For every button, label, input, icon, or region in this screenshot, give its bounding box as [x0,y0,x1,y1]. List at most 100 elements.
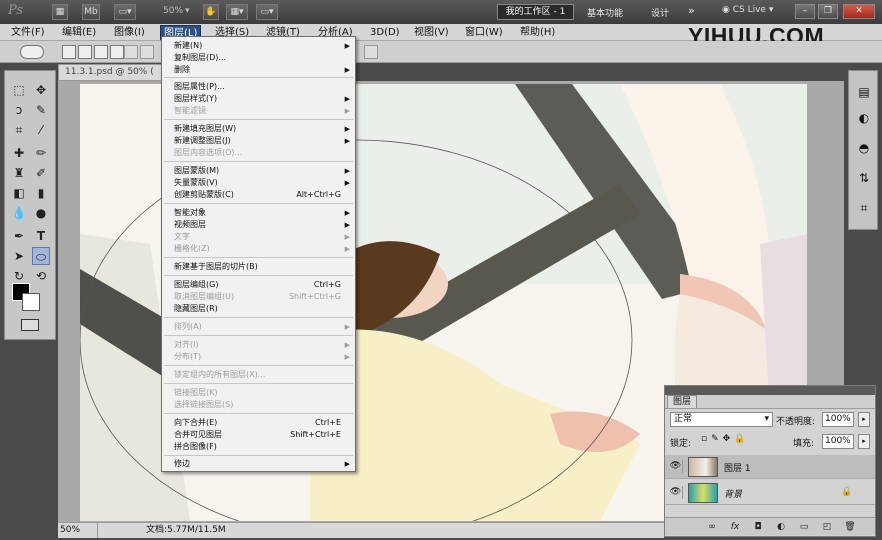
cs-live-button[interactable]: ◉ CS Live ▾ [722,5,773,15]
workspace-essentials-link[interactable]: 基本功能 [587,6,623,19]
menu-item-layer-properties[interactable]: 图层属性(P)... [162,81,355,93]
quick-selection-tool-icon[interactable]: ✎ [32,101,50,119]
eye-icon[interactable]: 👁 [669,486,683,499]
screen-mode-icon[interactable]: ▭▾ [256,4,278,20]
layer-row[interactable]: 👁 背景 🔒 [665,481,875,505]
minimize-button[interactable]: – [795,4,815,19]
close-button[interactable]: ✕ [843,4,875,19]
menu-item-layer-style[interactable]: 图层样式(Y) ▶ [162,93,355,105]
menu-help[interactable]: 帮助(H) [517,25,558,40]
transform-icon[interactable]: ⌗ [855,199,873,217]
menu-item-duplicate-layer[interactable]: 复制图层(D)... [162,52,355,64]
menu-item-video-layers[interactable]: 视频图层 ▶ [162,219,355,231]
menu-item-hide-layers[interactable]: 隐藏图层(R) [162,303,355,315]
crop-tool-icon[interactable]: ⌗ [10,121,28,139]
gradient-tool-icon[interactable]: ▮ [32,184,50,202]
eye-icon[interactable]: 👁 [669,460,683,473]
menu-item-vector-mask[interactable]: 矢量蒙版(V) ▶ [162,177,355,189]
ellipse-marquee-preset-icon[interactable] [20,45,44,59]
menu-item-delete[interactable]: 删除 ▶ [162,64,355,76]
document-info[interactable]: 文档:5.77M/11.5M [146,523,226,538]
opacity-slider-arrow-icon[interactable]: ▸ [858,412,870,427]
menu-item-new[interactable]: 新建(N) ▶ [162,40,355,52]
adjustment-icon[interactable]: ◐ [775,521,787,533]
menu-item-layer-mask[interactable]: 图层蒙版(M) ▶ [162,165,355,177]
mask-icon[interactable]: ◘ [752,521,764,533]
paths-icon[interactable]: ⇅ [855,169,873,187]
lasso-tool-icon[interactable]: ↄ [10,101,28,119]
workspace-current-button[interactable]: 我的工作区 - 1 [497,4,574,20]
lock-options-icons[interactable]: ▫✎✥🔒 [701,434,749,444]
subtract-selection-icon[interactable] [94,45,108,59]
restore-button[interactable]: ❐ [818,4,838,19]
zoom-field[interactable]: 50% [58,523,98,538]
layer-name[interactable]: 背景 [724,487,742,500]
3d-orbit-tool-icon[interactable]: ⟲ [32,267,50,285]
panel-header-bar[interactable] [665,386,875,395]
opacity-field[interactable]: 100% [822,412,854,427]
eyedropper-tool-icon[interactable]: ⁄ [32,121,50,139]
masks-icon[interactable]: ◓ [855,139,873,157]
view-extras-icon[interactable]: ▭▾ [114,4,136,20]
histogram-icon[interactable]: ▤ [855,83,873,101]
chevron-down-icon[interactable]: ▾ [185,6,190,16]
new-layer-icon[interactable]: ◰ [821,521,833,533]
background-color-swatch[interactable] [22,293,40,311]
layer-name[interactable]: 图层 1 [724,461,751,474]
pen-tool-icon[interactable]: ✒ [10,227,28,245]
menu-item-smart-objects[interactable]: 智能对象 ▶ [162,207,355,219]
menu-item-new-layer-based-slice[interactable]: 新建基于图层的切片(B) [162,261,355,273]
workspace-design-link[interactable]: 设计 [651,6,669,19]
move-tool-icon[interactable]: ✥ [32,81,50,99]
history-brush-tool-icon[interactable]: ✐ [32,164,50,182]
fill-field[interactable]: 100% [822,434,854,449]
menu-file[interactable]: 文件(F) [8,25,48,40]
marquee-tool-icon[interactable]: ⬚ [10,81,28,99]
workspace-overflow-icon[interactable]: » [688,4,695,17]
folder-icon[interactable]: ▭ [798,521,810,533]
new-selection-icon[interactable] [62,45,76,59]
link-icon[interactable]: ∞ [706,521,718,533]
quick-mask-icon[interactable] [21,319,39,331]
arrange-docs-icon[interactable]: ▦▾ [226,4,248,20]
airbrush-option-icon[interactable] [140,45,154,59]
eraser-tool-icon[interactable]: ◧ [10,184,28,202]
clone-stamp-tool-icon[interactable]: ♜ [10,164,28,182]
menu-item-new-fill-layer[interactable]: 新建填充图层(W) ▶ [162,123,355,135]
mini-bridge-icon[interactable]: Mb [82,4,100,20]
type-tool-icon[interactable]: T [32,227,50,245]
menu-window[interactable]: 窗口(W) [462,25,506,40]
tablet-pressure-icon[interactable] [364,45,378,59]
hand-tool-icon[interactable]: ✋ [203,4,219,20]
ellipse-tool-icon[interactable]: ⬭ [32,247,50,265]
blend-mode-select[interactable]: 正常 ▾ [670,412,773,427]
menu-edit[interactable]: 编辑(E) [59,25,99,40]
intersect-selection-icon[interactable] [110,45,124,59]
menu-item-create-clipping-mask[interactable]: 创建剪贴蒙版(C) Alt+Ctrl+G [162,189,355,201]
layer-row[interactable]: 👁 图层 1 [665,455,875,479]
add-selection-icon[interactable] [78,45,92,59]
blur-tool-icon[interactable]: 💧 [10,204,28,222]
menu-item-flatten-image[interactable]: 拼合图像(F) [162,441,355,453]
tab-layers[interactable]: 图层 [667,395,697,409]
brush-option-icon[interactable] [124,45,138,59]
menu-3d[interactable]: 3D(D) [367,25,403,40]
brush-tool-icon[interactable]: ✏ [32,144,50,162]
fx-icon[interactable]: fx [729,521,741,533]
color-wheel-icon[interactable]: ◐ [855,109,873,127]
menu-item-matting[interactable]: 修边 ▶ [162,458,355,470]
tools-panel: ⬚ ✥ ↄ ✎ ⌗ ⁄ ✚ ✏ ♜ ✐ ◧ ▮ 💧 ● ✒ T ➤ ⬭ ↻ ⟲ [4,70,56,340]
healing-brush-tool-icon[interactable]: ✚ [10,144,28,162]
dodge-tool-icon[interactable]: ● [32,204,50,222]
menu-item-merge-down[interactable]: 向下合并(E) Ctrl+E [162,417,355,429]
fill-slider-arrow-icon[interactable]: ▸ [858,434,870,449]
menu-image[interactable]: 图像(I) [111,25,148,40]
bridge-icon[interactable]: ▦ [52,4,68,20]
menu-item-group-layers[interactable]: 图层编组(G) Ctrl+G [162,279,355,291]
trash-icon[interactable]: 🗑 [844,521,856,533]
menu-item-merge-visible[interactable]: 合并可见图层 Shift+Ctrl+E [162,429,355,441]
zoom-level-select[interactable]: 50% [163,6,183,16]
menu-item-new-adjustment-layer[interactable]: 新建调整图层(J) ▶ [162,135,355,147]
path-selection-tool-icon[interactable]: ➤ [10,247,28,265]
menu-view[interactable]: 视图(V) [411,25,452,40]
